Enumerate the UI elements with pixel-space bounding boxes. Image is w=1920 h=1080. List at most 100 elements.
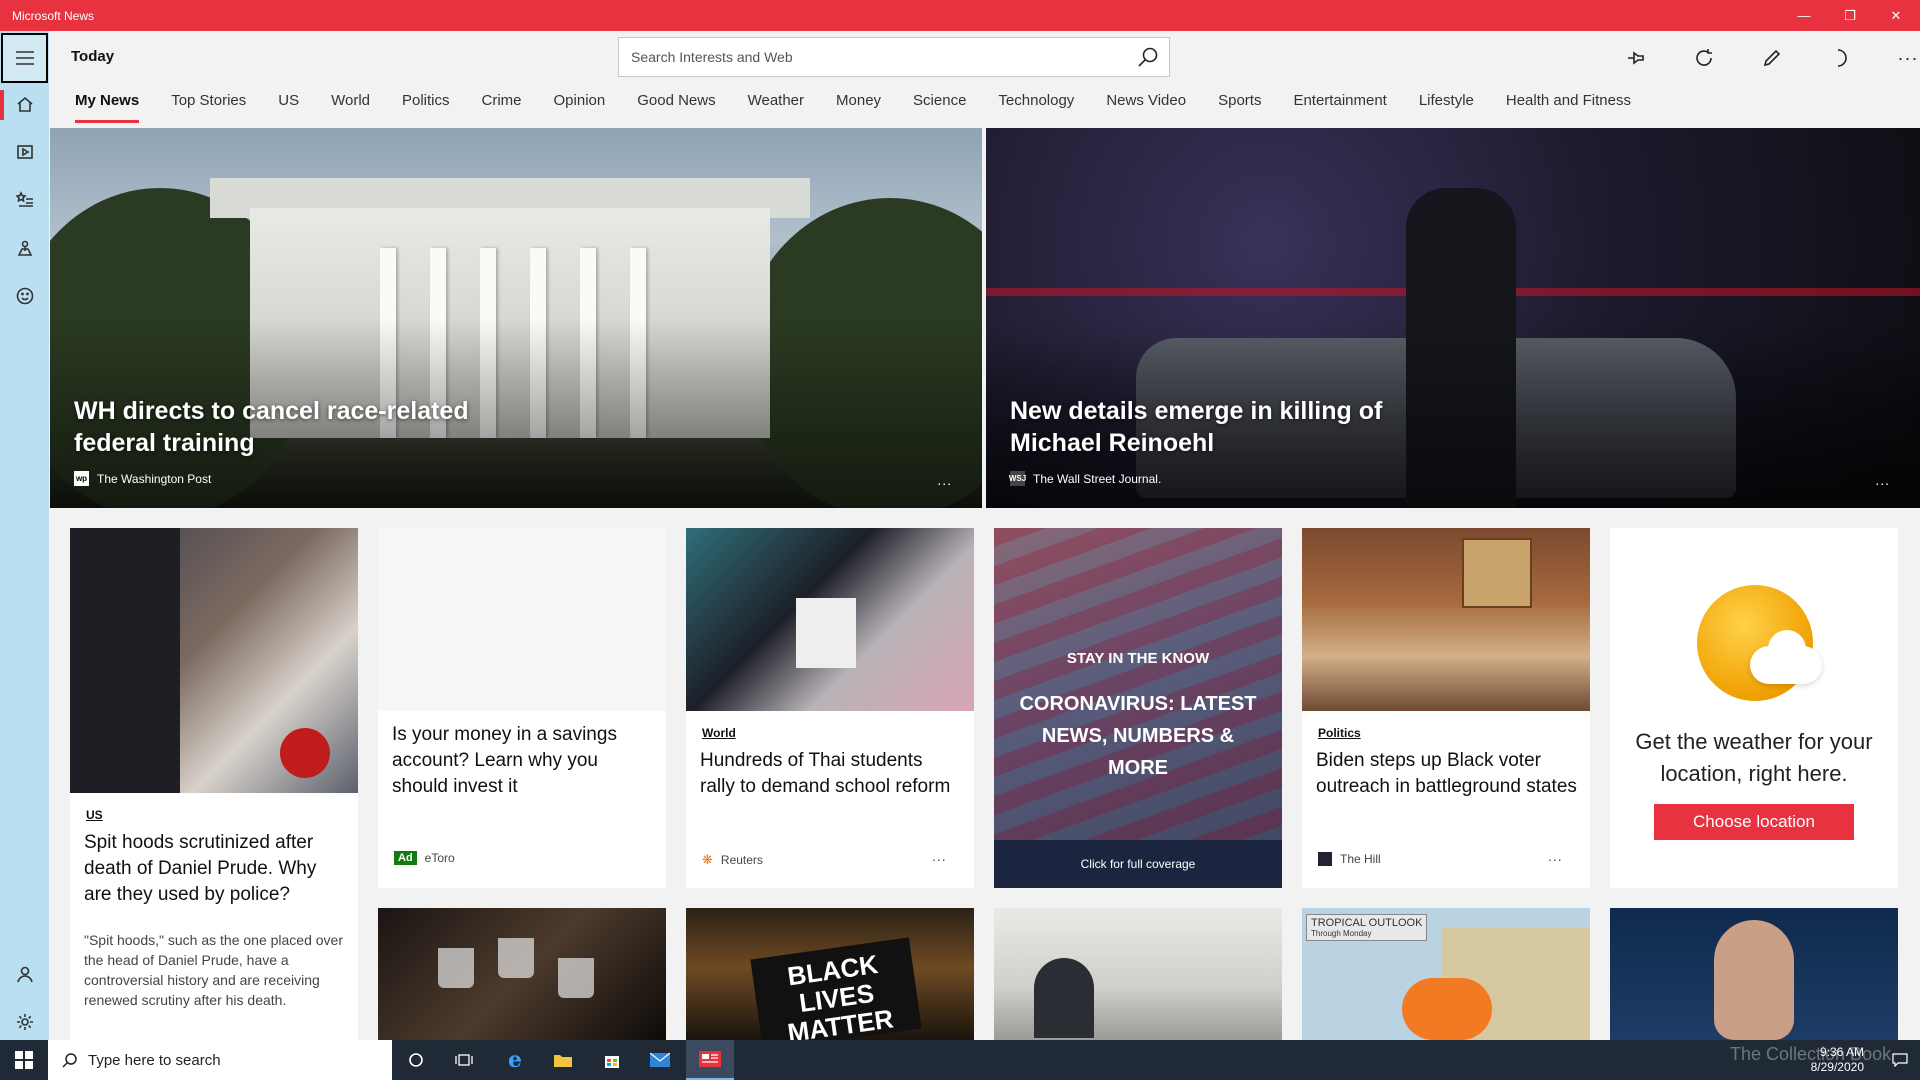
tab-news-video[interactable]: News Video <box>1106 81 1186 125</box>
dark-mode-button[interactable] <box>1825 43 1855 73</box>
tab-world[interactable]: World <box>331 81 370 125</box>
map-label: TROPICAL OUTLOOK Through Monday <box>1306 914 1428 941</box>
tab-weather[interactable]: Weather <box>748 81 804 125</box>
rail-home[interactable] <box>0 81 49 127</box>
edge-taskbar-button[interactable]: e <box>491 1040 539 1080</box>
story-category[interactable]: US <box>86 808 103 822</box>
story-source: The Hill <box>1318 852 1381 866</box>
restore-icon: ❐ <box>1844 7 1856 23</box>
story-headline[interactable]: Biden steps up Black voter outreach in b… <box>1316 748 1578 800</box>
full-coverage-link[interactable]: Click for full coverage <box>994 840 1282 888</box>
news-app-taskbar-button[interactable] <box>686 1040 734 1080</box>
rail-settings[interactable] <box>0 999 49 1045</box>
rail-account[interactable] <box>0 951 49 997</box>
search-input[interactable] <box>619 38 1119 76</box>
tab-top-stories[interactable]: Top Stories <box>171 81 246 125</box>
story-card-thai-students[interactable]: World Hundreds of Thai students rally to… <box>686 528 974 888</box>
hero-more-button[interactable]: ... <box>1875 472 1890 488</box>
pin-icon <box>1628 51 1644 65</box>
story-card-drinks[interactable] <box>378 908 666 1040</box>
story-card-biden-outreach[interactable]: Politics Biden steps up Black voter outr… <box>1302 528 1590 888</box>
start-button[interactable] <box>0 1040 48 1080</box>
close-button[interactable]: ✕ <box>1873 0 1919 31</box>
mail-icon <box>650 1053 670 1067</box>
home-icon <box>16 96 33 112</box>
hero-more-button[interactable]: ... <box>937 472 952 488</box>
system-clock[interactable]: 9:36 AM 8/29/2020 <box>1811 1045 1864 1075</box>
pin-button[interactable] <box>1621 43 1651 73</box>
notifications-button[interactable] <box>1880 1040 1920 1080</box>
hero-story-white-house[interactable]: WH directs to cancel race-related federa… <box>50 128 982 508</box>
search-box <box>618 37 1170 77</box>
mail-button[interactable] <box>636 1040 684 1080</box>
person-icon <box>16 966 33 983</box>
hamburger-menu-button[interactable] <box>1 33 48 83</box>
story-more-button[interactable]: ... <box>1548 848 1563 864</box>
edit-button[interactable] <box>1757 43 1787 73</box>
tab-politics[interactable]: Politics <box>402 81 450 125</box>
story-image-cup <box>438 948 474 988</box>
story-card-garage[interactable] <box>994 908 1282 1040</box>
story-headline[interactable]: Spit hoods scrutinized after death of Da… <box>84 830 346 908</box>
story-image-flag <box>70 528 180 793</box>
minimize-button[interactable]: — <box>1781 0 1827 31</box>
rail-video[interactable] <box>0 129 49 175</box>
refresh-button[interactable] <box>1689 43 1719 73</box>
rail-local[interactable] <box>0 225 49 271</box>
more-options-button[interactable]: ··· <box>1893 43 1920 73</box>
ad-card-etoro[interactable]: Is your money in a savings account? Lear… <box>378 528 666 888</box>
tab-opinion[interactable]: Opinion <box>554 81 606 125</box>
tab-technology[interactable]: Technology <box>998 81 1074 125</box>
ad-headline[interactable]: Is your money in a savings account? Lear… <box>392 722 654 800</box>
tab-good-news[interactable]: Good News <box>637 81 715 125</box>
coronavirus-title[interactable]: CORONAVIRUS: LATEST NEWS, NUMBERS & MORE <box>1014 688 1262 784</box>
tab-money[interactable]: Money <box>836 81 881 125</box>
story-summary: "Spit hoods," such as the one placed ove… <box>84 932 343 1008</box>
maximize-button[interactable]: ❐ <box>1827 0 1873 31</box>
rail-interests[interactable] <box>0 177 49 223</box>
smiley-icon <box>16 287 33 305</box>
video-icon <box>16 145 33 159</box>
tab-crime[interactable]: Crime <box>482 81 522 125</box>
cortana-button[interactable] <box>392 1040 440 1080</box>
story-image-sign <box>796 598 856 668</box>
ad-badge: Ad <box>394 851 417 865</box>
hero-headline[interactable]: WH directs to cancel race-related federa… <box>74 395 534 459</box>
search-button[interactable] <box>1137 46 1161 70</box>
tab-entertainment[interactable]: Entertainment <box>1293 81 1386 125</box>
story-category[interactable]: Politics <box>1318 726 1361 740</box>
task-view-button[interactable] <box>440 1040 488 1080</box>
windows-logo-icon <box>15 1051 33 1069</box>
store-button[interactable] <box>588 1040 636 1080</box>
hamburger-icon <box>15 51 34 65</box>
folder-icon <box>554 1055 572 1067</box>
tab-lifestyle[interactable]: Lifestyle <box>1419 81 1474 125</box>
story-more-button[interactable]: ... <box>932 848 947 864</box>
tab-health-and-fitness[interactable]: Health and Fitness <box>1506 81 1631 125</box>
tab-my-news[interactable]: My News <box>75 81 140 125</box>
wsj-logo-icon: WSJ <box>1009 471 1026 486</box>
choose-location-button[interactable]: Choose location <box>1654 804 1854 840</box>
story-image <box>1302 528 1590 711</box>
ad-source-name: eToro <box>424 851 455 865</box>
taskbar-search[interactable]: Type here to search <box>48 1040 392 1080</box>
tab-sports[interactable]: Sports <box>1218 81 1261 125</box>
story-card-blm[interactable]: BLACK LIVES MATTER <box>686 908 974 1040</box>
story-card-tropical-outlook[interactable]: TROPICAL OUTLOOK Through Monday <box>1302 908 1590 1040</box>
reuters-logo-icon: ❋ <box>702 852 713 867</box>
the-hill-logo-icon <box>1318 852 1332 866</box>
hero-headline[interactable]: New details emerge in killing of Michael… <box>1010 395 1470 459</box>
story-card-musk[interactable] <box>1610 908 1898 1040</box>
story-headline[interactable]: Hundreds of Thai students rally to deman… <box>700 748 962 800</box>
file-explorer-button[interactable] <box>539 1040 587 1080</box>
moon-icon <box>1837 49 1847 67</box>
rail-emoji[interactable] <box>0 273 49 319</box>
story-category[interactable]: World <box>702 726 736 740</box>
coronavirus-coverage-card[interactable]: STAY IN THE KNOW CORONAVIRUS: LATEST NEW… <box>994 528 1282 888</box>
tab-us[interactable]: US <box>278 81 299 125</box>
search-icon <box>1138 47 1158 67</box>
hero-story-reinoehl[interactable]: New details emerge in killing of Michael… <box>986 128 1920 508</box>
story-card-spit-hoods[interactable]: US Spit hoods scrutinized after death of… <box>70 528 358 1040</box>
tab-science[interactable]: Science <box>913 81 966 125</box>
hero-source-name: The Wall Street Journal. <box>1033 471 1162 486</box>
